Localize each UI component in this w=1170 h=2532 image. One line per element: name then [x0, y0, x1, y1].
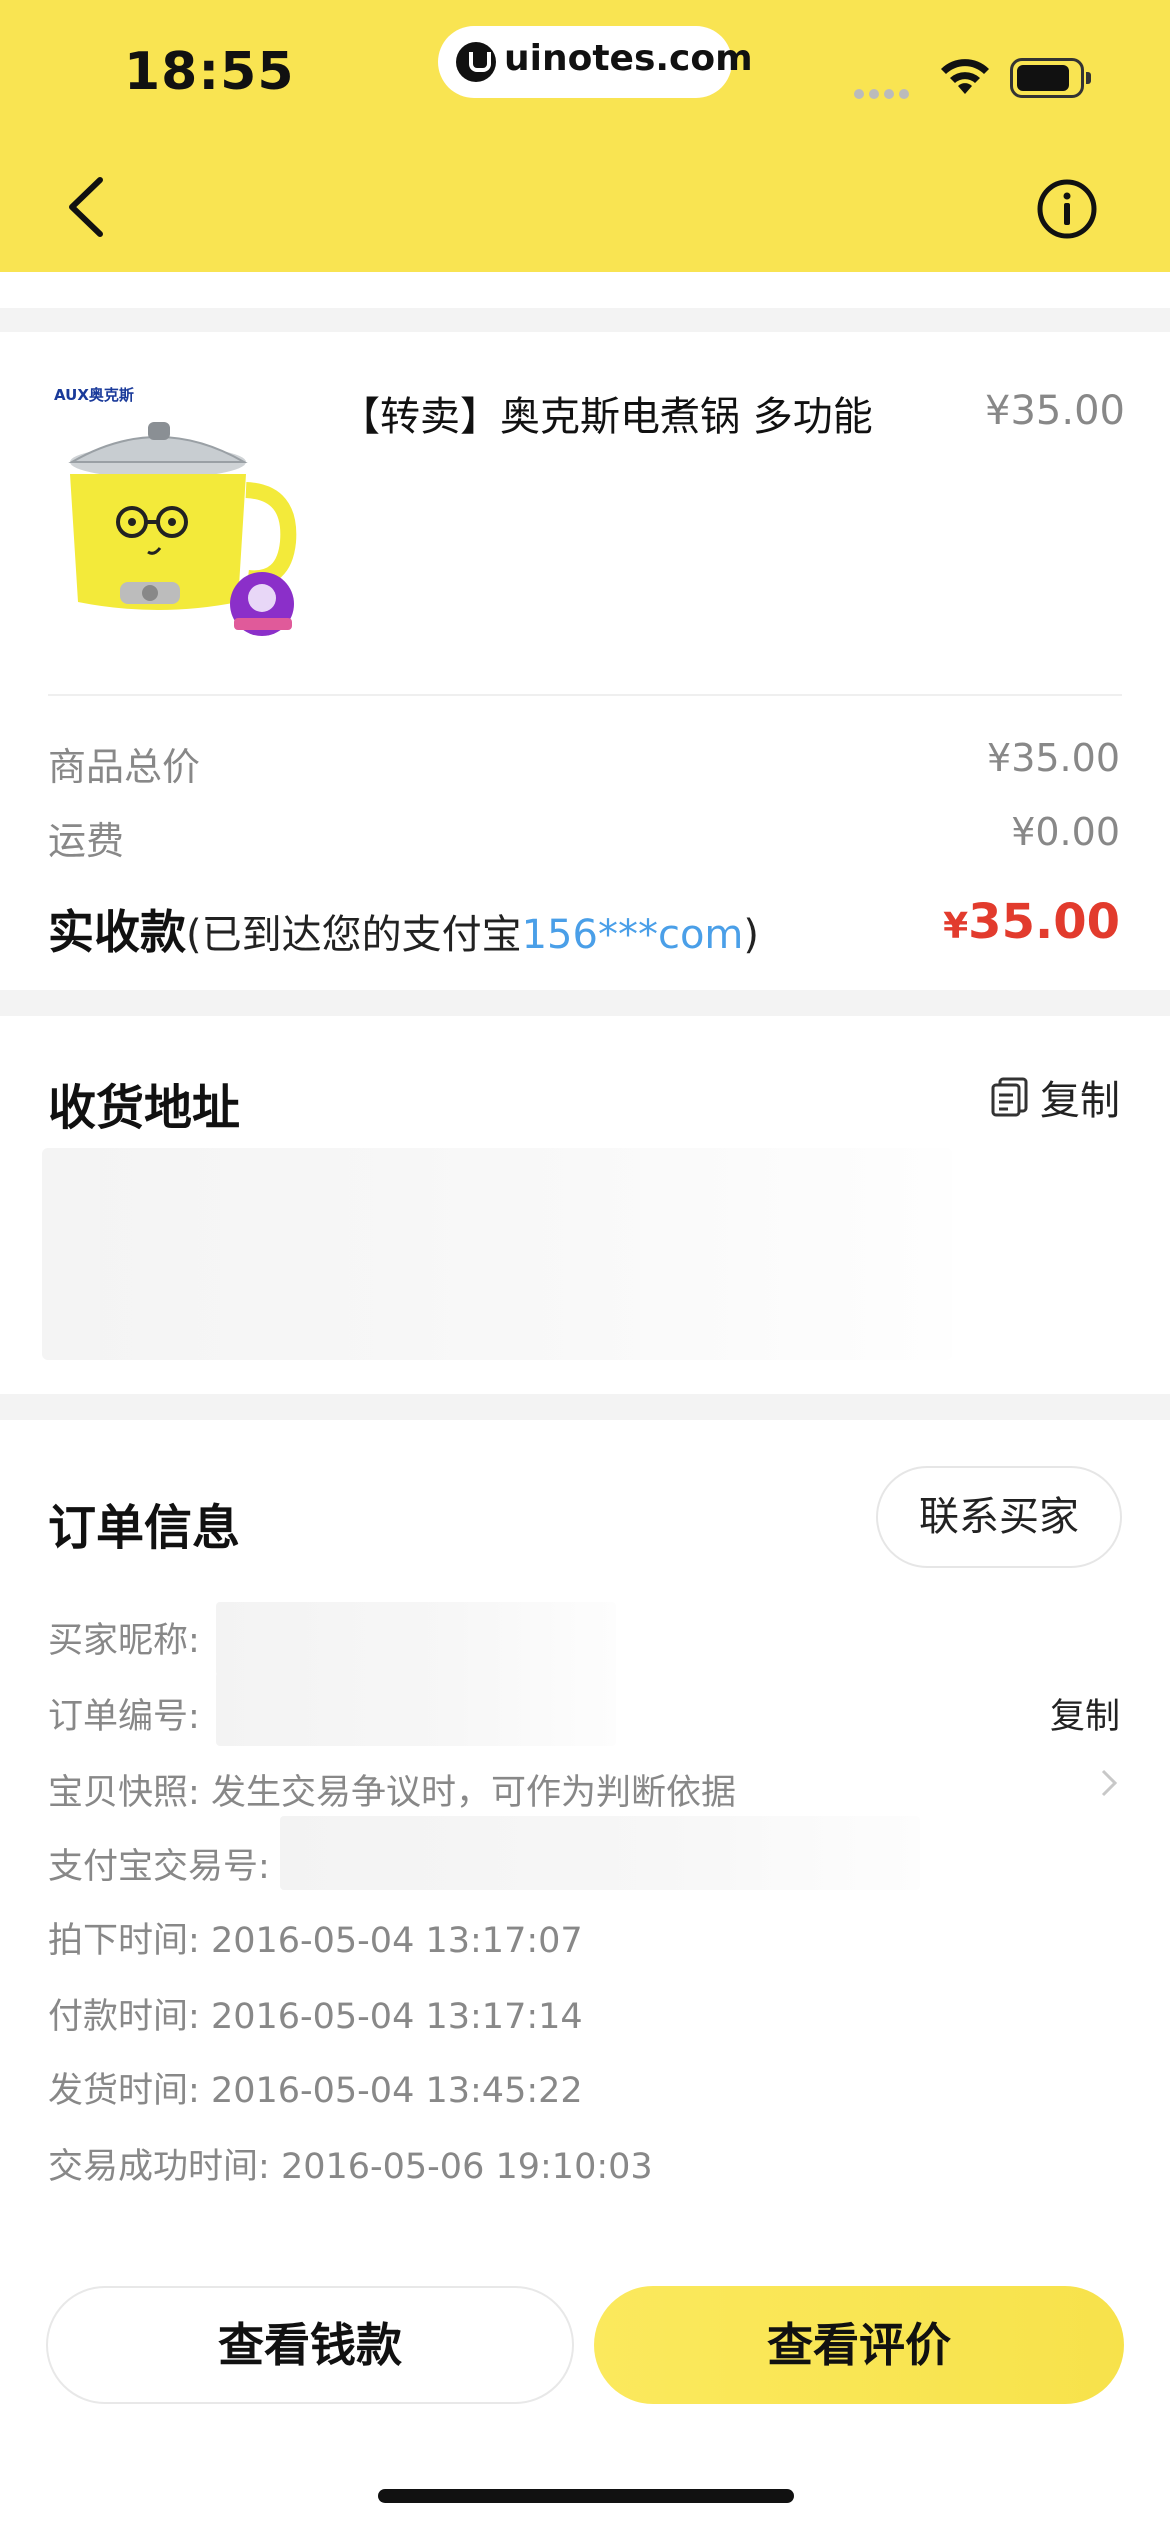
actual-note-prefix: (已到达您的支付宝	[186, 912, 522, 958]
order-info-title: 订单信息	[48, 1500, 241, 1556]
product-title[interactable]: 【转卖】奥克斯电煮锅 多功能	[340, 384, 873, 442]
section-divider	[0, 1394, 1170, 1420]
total-price-label: 商品总价	[48, 745, 201, 789]
actual-received-amount: ¥35.00	[943, 894, 1120, 950]
placed-time-value: 2016-05-04 13:17:07	[210, 1921, 583, 1961]
home-indicator[interactable]	[378, 2489, 794, 2503]
success-time-label: 交易成功时间:	[48, 2147, 270, 2187]
section-divider	[0, 308, 1170, 332]
redacted-address	[42, 1148, 952, 1360]
alipay-trade-label: 支付宝交易号:	[48, 1847, 270, 1887]
cellular-signal-icon	[854, 84, 914, 99]
currency-symbol: ¥	[943, 906, 969, 947]
info-icon[interactable]	[1036, 178, 1098, 240]
view-money-button[interactable]: 查看钱款	[46, 2286, 574, 2404]
shipping-label: 运费	[48, 819, 125, 863]
section-divider	[0, 990, 1170, 1016]
snapshot-row[interactable]: 宝贝快照: 发生交易争议时，可作为判断依据	[48, 1764, 736, 1815]
copy-label: 复制	[1040, 1078, 1120, 1124]
contact-buyer-button[interactable]: 联系买家	[876, 1466, 1122, 1568]
buyer-nickname-label: 买家昵称:	[48, 1621, 200, 1661]
address-copy-button[interactable]: 复制	[990, 1068, 1120, 1126]
placed-time-row: 拍下时间: 2016-05-04 13:17:07	[48, 1912, 583, 1963]
redacted-buyer-nickname	[216, 1602, 616, 1676]
url-pill[interactable]: uinotes.com	[438, 26, 753, 98]
actual-received-row: 实收款(已到达您的支付宝156***com)	[48, 896, 759, 962]
shipped-time-label: 发货时间:	[48, 2071, 200, 2111]
success-time-row: 交易成功时间: 2016-05-06 19:10:03	[48, 2138, 653, 2189]
chevron-right-icon[interactable]	[1098, 1766, 1120, 1800]
order-number-label: 订单编号:	[48, 1697, 200, 1737]
product-price: ¥35.00	[985, 388, 1125, 434]
copy-document-icon	[991, 1077, 1028, 1117]
snapshot-value: 发生交易争议时，可作为判断依据	[210, 1773, 736, 1813]
shipped-time-row: 发货时间: 2016-05-04 13:45:22	[48, 2062, 583, 2113]
success-time-value: 2016-05-06 19:10:03	[280, 2147, 653, 2187]
shipped-time-value: 2016-05-04 13:45:22	[210, 2071, 583, 2111]
shipping-value: ¥0.00	[1011, 810, 1120, 854]
url-text: uinotes.com	[504, 38, 753, 79]
amount-value: 35.00	[968, 894, 1120, 950]
site-logo-icon	[456, 42, 496, 82]
brand-logo: AUX奥克斯	[54, 386, 134, 404]
paid-time-value: 2016-05-04 13:17:14	[210, 1997, 583, 2037]
product-image[interactable]: AUX奥克斯	[48, 382, 308, 644]
redacted-alipay-trade-number	[280, 1816, 920, 1890]
address-title: 收货地址	[48, 1080, 241, 1136]
alipay-account: 156***com	[521, 912, 744, 958]
paid-time-row: 付款时间: 2016-05-04 13:17:14	[48, 1988, 583, 2039]
actual-note-suffix: )	[743, 912, 759, 958]
snapshot-label: 宝贝快照:	[48, 1773, 200, 1813]
redacted-order-number	[216, 1672, 616, 1746]
order-number-copy-button[interactable]: 复制	[1050, 1688, 1120, 1739]
wifi-icon	[941, 59, 989, 94]
status-time: 18:55	[124, 42, 295, 102]
battery-icon	[1010, 58, 1091, 98]
placed-time-label: 拍下时间:	[48, 1921, 200, 1961]
paid-time-label: 付款时间:	[48, 1997, 200, 2037]
back-arrow-icon[interactable]	[60, 172, 120, 242]
view-review-button[interactable]: 查看评价	[594, 2286, 1124, 2404]
actual-received-label: 实收款	[48, 905, 186, 959]
divider	[48, 694, 1122, 696]
total-price-value: ¥35.00	[987, 736, 1120, 780]
